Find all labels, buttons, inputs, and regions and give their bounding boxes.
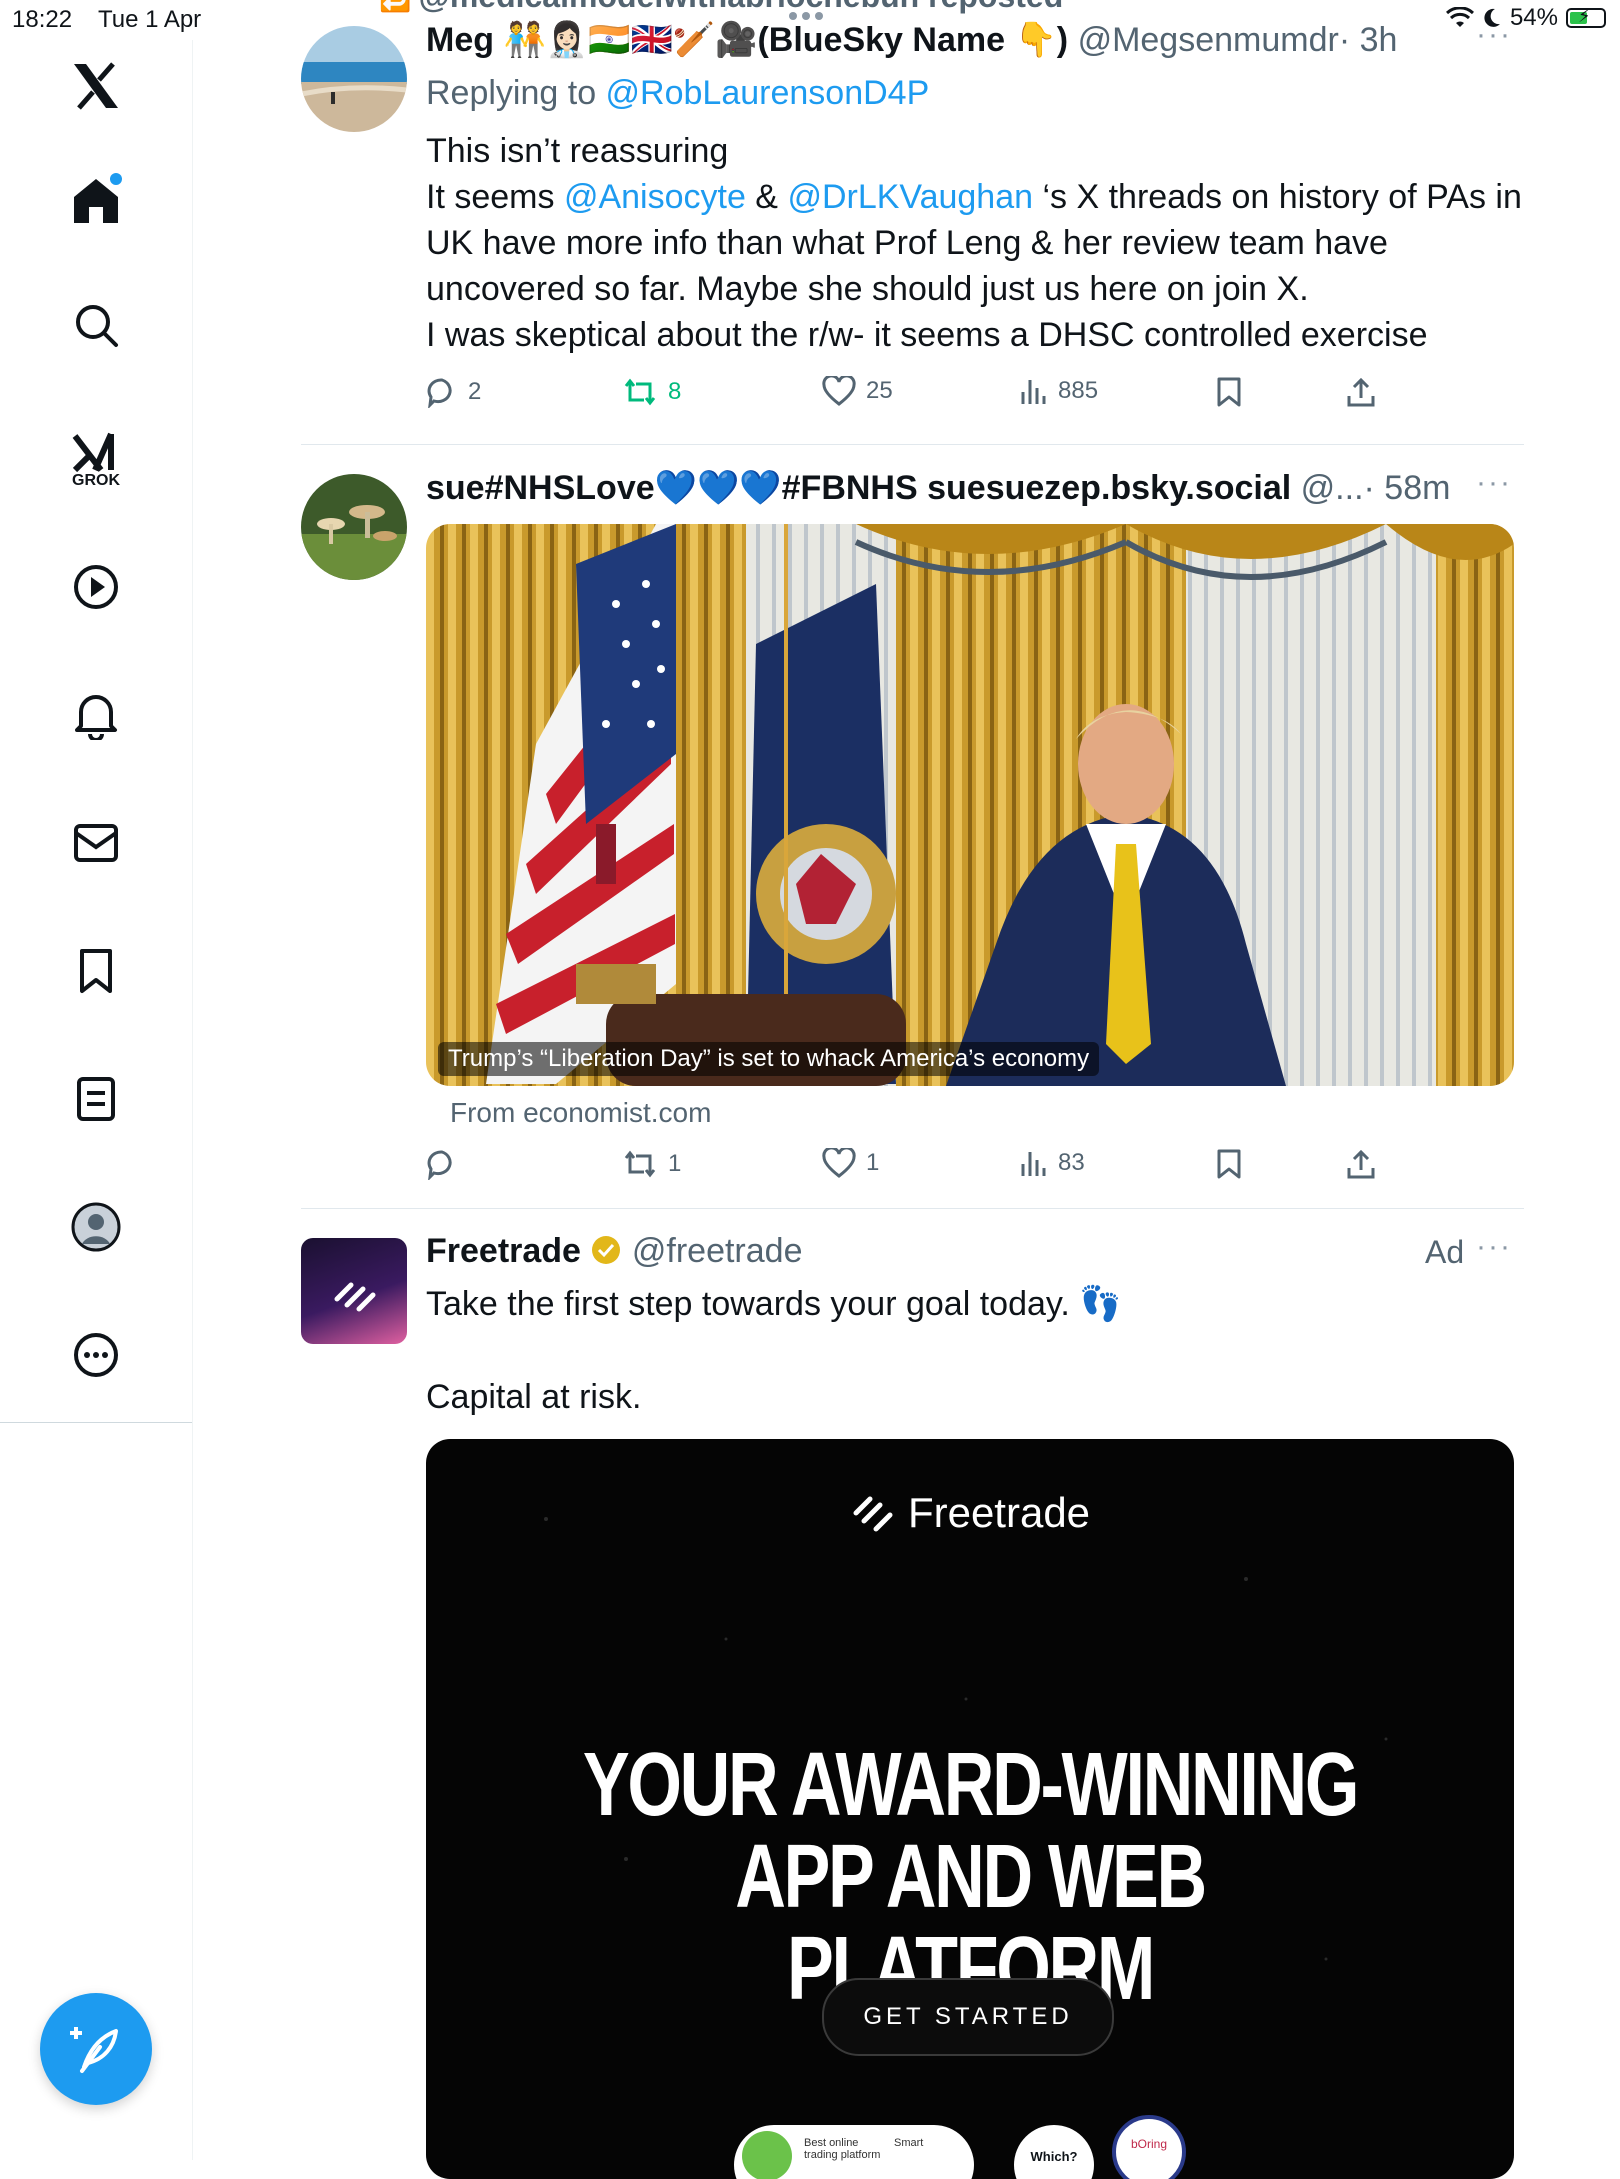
freetrade-logo-icon [853,1496,893,1532]
tweet-line: UK have more info than what Prof Leng & … [426,224,1388,262]
battery-icon: ⚡ [1566,6,1606,28]
avatar[interactable] [301,26,407,132]
tweet-divider [301,444,1524,445]
tweet-text: Take the first step towards your goal to… [426,1285,1122,1323]
avatar[interactable] [301,474,407,580]
bookmark-icon [80,949,112,993]
bell-icon [75,695,117,740]
more-options-icon[interactable]: ··· [1476,1230,1512,1264]
tweet-actions: 1 1 83 [426,1148,1426,1188]
tweet-text: This isn’t reassuring It seems @Anisocyt… [426,128,1522,358]
sidebar-item-more[interactable] [0,1328,192,1382]
user-handle[interactable]: @freetrade [632,1232,803,1270]
repost-button[interactable]: 8 [622,376,681,408]
views-chart-icon [1021,1152,1046,1176]
timestamp[interactable]: · 58m [1364,469,1451,507]
tweet-divider [301,1208,1524,1209]
more-circle-icon [74,1333,118,1377]
mention-link[interactable]: @DrLKVaughan [787,178,1033,216]
share-button[interactable] [1346,376,1376,408]
search-icon [76,305,118,347]
tweet-actions: 2 8 25 885 [426,376,1426,416]
award-badge: Best online trading platform Smart [734,2125,974,2179]
display-name[interactable]: sue#NHSLove💙💙💙#FBNHS suesuezep.bsky.soci… [426,469,1291,507]
ad-headline: YOUR AWARD-WINNING APP AND WEB PLATFORM [582,1735,1360,2019]
sidebar-item-grok[interactable]: GROK [0,420,192,500]
boring-money-badge: bOring [1112,2115,1186,2179]
mail-icon [74,824,118,862]
sidebar: GROK [0,40,193,1423]
oval-office-photo [426,524,1514,1086]
grok-icon [72,432,114,473]
reply-button[interactable]: 2 [426,376,481,408]
sidebar-item-bookmarks[interactable] [0,944,192,998]
home-icon [74,173,122,223]
link-card-image[interactable]: Trump’s “Liberation Day” is set to whack… [426,524,1514,1086]
views-button[interactable]: 83 [1018,1148,1085,1178]
bookmark-icon [1217,377,1241,407]
date: Tue 1 Apr [98,6,202,33]
like-button[interactable]: 25 [822,376,893,406]
replying-to: Replying to @RobLaurensonD4P [426,74,930,112]
like-button[interactable]: 1 [822,1148,879,1178]
play-icon [74,565,118,609]
user-handle[interactable]: @Megsenmumdr [1078,21,1339,59]
compose-button[interactable] [40,1993,152,2105]
repost-banner: 🔁 @medicalmodelwithabriochebun reposted [379,0,1063,15]
reply-icon [427,378,452,408]
timeline: 🔁 @medicalmodelwithabriochebun reposted … [193,0,1524,2179]
link-card-source[interactable]: From economist.com [450,1090,711,1136]
reply-icon [427,1150,452,1180]
verified-badge-icon [590,1234,622,1275]
more-options-icon[interactable]: ··· [1476,466,1512,500]
replying-to-link[interactable]: @RobLaurensonD4P [606,74,930,112]
heart-icon [822,376,856,406]
share-button[interactable] [1346,1148,1376,1180]
profile-avatar-icon [71,1202,121,1252]
tweet-line: This isn’t reassuring [426,132,729,170]
tweet-text: Capital at risk. [426,1378,642,1416]
tweet-line: It seems @Anisocyte & @DrLKVaughan ‘s X … [426,178,1522,216]
more-options-icon[interactable]: ··· [1476,18,1512,52]
share-icon [1347,1149,1375,1179]
repost-icon: 🔁 [379,0,419,13]
sidebar-item-profile[interactable] [0,1200,192,1254]
views-button[interactable]: 885 [1018,376,1098,406]
sidebar-item-messages[interactable] [0,816,192,870]
get-started-button[interactable]: GET STARTED [822,1978,1114,2056]
heart-icon [822,1148,856,1178]
user-handle[interactable]: @... [1301,469,1364,507]
avatar[interactable] [301,1238,407,1344]
link-card-caption: Trump’s “Liberation Day” is set to whack… [438,1042,1100,1076]
x-logo-icon[interactable] [0,62,192,110]
sidebar-item-search[interactable] [0,298,192,352]
freetrade-logo-icon [334,1282,376,1312]
grok-label: GROK [72,472,120,489]
repost-button[interactable]: 1 [622,1148,681,1180]
ad-creative[interactable]: Freetrade YOUR AWARD-WINNING APP AND WEB… [426,1439,1514,2179]
timestamp[interactable]: · 3h [1339,21,1398,59]
repost-icon [624,378,656,406]
sidebar-item-lists[interactable] [0,1072,192,1126]
views-chart-icon [1021,380,1046,404]
tweet-line: uncovered so far. Maybe she should just … [426,270,1309,308]
tweet-line: I was skeptical about the r/w- it seems … [426,316,1428,354]
list-icon [77,1077,115,1121]
mention-link[interactable]: @Anisocyte [564,178,746,216]
ad-brand: Freetrade [426,1489,1514,1537]
share-icon [1347,377,1375,407]
ad-label: Ad [1425,1234,1465,1270]
sidebar-item-home[interactable] [0,170,192,230]
bookmark-icon [1217,1149,1241,1179]
bookmark-button[interactable] [1216,376,1242,408]
sidebar-item-notifications[interactable] [0,688,192,742]
reply-button[interactable] [426,1148,468,1180]
sidebar-item-video[interactable] [0,560,192,614]
display-name[interactable]: Meg 🧑‍🤝‍🧑👩🏻‍⚕️🇮🇳🇬🇧🏏🎥(BlueSky Name 👇) [426,21,1068,59]
compose-feather-icon [70,2027,118,2073]
clock: 18:22 [12,6,73,33]
display-name[interactable]: Freetrade [426,1232,581,1270]
repost-icon [624,1150,656,1178]
bookmark-button[interactable] [1216,1148,1242,1180]
